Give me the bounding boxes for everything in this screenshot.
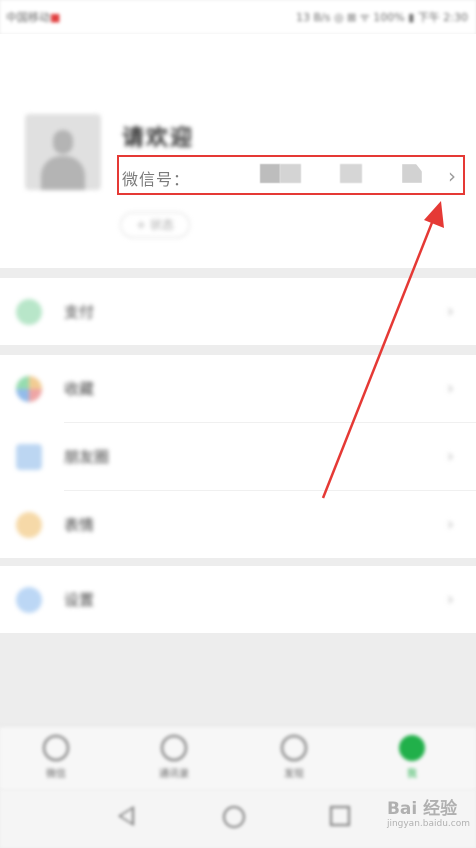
discover-icon [281, 735, 307, 761]
watermark-logo: Bai 经验 jingyan.baidu.com [386, 799, 470, 829]
tab-discover[interactable]: 发现 [254, 735, 334, 780]
annotation-arrow [321, 201, 444, 499]
bottom-tab-bar: 微信 通讯录 发现 我 [0, 726, 476, 790]
tab-label: 发现 [284, 769, 304, 780]
tab-me[interactable]: 我 [372, 735, 452, 780]
tab-chats[interactable]: 微信 [16, 735, 96, 780]
tab-contacts[interactable]: 通讯录 [134, 735, 214, 780]
me-icon [399, 735, 425, 761]
back-icon[interactable] [118, 806, 134, 826]
tab-label: 微信 [46, 769, 66, 780]
chat-icon [43, 735, 69, 761]
recents-icon[interactable] [330, 806, 350, 826]
tab-label: 我 [407, 769, 417, 780]
contacts-icon [161, 735, 187, 761]
home-icon[interactable] [223, 806, 245, 828]
tab-label: 通讯录 [159, 769, 189, 780]
